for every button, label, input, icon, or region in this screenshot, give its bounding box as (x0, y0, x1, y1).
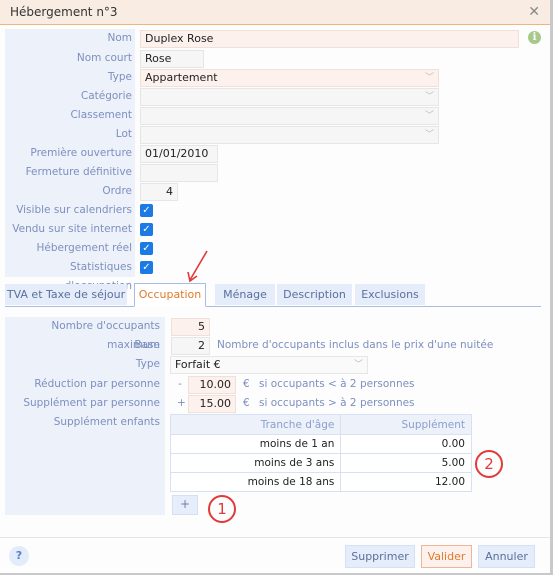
fermeture-definitive-input[interactable] (140, 164, 218, 182)
label-nom-court: Nom court (76, 52, 132, 64)
annotation-callout-2: 2 (475, 450, 503, 478)
tranche-cell[interactable]: moins de 1 an (169, 434, 342, 454)
column-header-supplement[interactable]: Supplément (340, 414, 472, 435)
footer-divider (0, 537, 550, 538)
tranche-cell[interactable]: moins de 18 ans (169, 472, 342, 492)
label-type: Type (107, 71, 132, 83)
chevron-down-icon: ﹀ (424, 130, 434, 140)
vendu-site-checkbox[interactable]: ✓ (140, 223, 153, 236)
label-supplement: Supplément par personne (23, 397, 160, 409)
label-occupants-max: Nombre d'occupants maximum (51, 320, 160, 351)
close-icon[interactable]: ✕ (528, 4, 540, 20)
info-icon[interactable]: i (528, 31, 541, 44)
table-row[interactable]: moins de 1 an 0.00 (169, 434, 472, 454)
label-nom: Nom (107, 32, 132, 44)
tab-occupation[interactable]: Occupation (134, 283, 206, 307)
label-lot: Lot (115, 128, 132, 140)
label-categorie: Catégorie (80, 90, 132, 102)
dialog-title: Hébergement n°3 (10, 5, 118, 19)
tab-bar: TVA et Taxe de séjour Occupation Ménage … (5, 283, 541, 307)
label-base: Base (134, 339, 160, 351)
classement-select[interactable]: ﹀ (140, 107, 439, 125)
tab-tva[interactable]: TVA et Taxe de séjour (5, 284, 127, 305)
dialog: Hébergement n°3 ✕ Nom Duplex Rose i Nom … (0, 0, 553, 575)
supplement-cell[interactable]: 0.00 (340, 434, 472, 454)
reduction-sign: - (178, 378, 182, 390)
occupants-max-input[interactable]: 5 (171, 318, 210, 336)
add-row-button[interactable]: + (172, 495, 198, 515)
categorie-select[interactable]: ﹀ (140, 88, 439, 106)
label-vendu-site: Vendu sur site internet (12, 223, 132, 235)
chevron-down-icon: ﹀ (424, 73, 434, 83)
cancel-button[interactable]: Annuler (478, 545, 535, 568)
nom-input[interactable]: Duplex Rose (140, 30, 519, 48)
label-stats-occupation: Statistiques d'occupation (65, 261, 132, 292)
supplement-sign: + (177, 397, 186, 409)
premiere-ouverture-input[interactable]: 01/01/2010 (140, 145, 218, 163)
hebergement-reel-checkbox[interactable]: ✓ (140, 242, 153, 255)
type-select[interactable]: Appartement ﹀ (140, 69, 439, 87)
title-bar: Hébergement n°3 ✕ (0, 0, 550, 25)
nom-court-input[interactable]: Rose (140, 50, 204, 68)
table-row[interactable]: moins de 3 ans 5.00 (169, 453, 472, 473)
base-input[interactable]: 2 (171, 337, 210, 355)
label-classement: Classement (70, 109, 132, 121)
lot-select[interactable]: ﹀ (140, 126, 439, 144)
annotation-arrow-icon (187, 250, 208, 283)
visible-calendriers-checkbox[interactable]: ✓ (140, 204, 153, 217)
label-occupation-type: Type (135, 358, 160, 370)
delete-button[interactable]: Supprimer (345, 545, 415, 568)
label-premiere-ouverture: Première ouverture (30, 147, 132, 159)
occupation-type-select[interactable]: Forfait € ﹀ (170, 356, 368, 374)
reduction-input[interactable]: 10.00 (188, 376, 236, 394)
reduction-hint: si occupants < à 2 personnes (259, 378, 415, 390)
chevron-down-icon: ﹀ (424, 111, 434, 121)
chevron-down-icon: ﹀ (353, 360, 363, 370)
label-supplement-enfants: Supplément enfants (53, 416, 160, 428)
supplement-cell[interactable]: 12.00 (340, 472, 472, 492)
table-header-row: Tranche d'âge Supplément (169, 414, 472, 435)
supplement-input[interactable]: 15.00 (188, 395, 236, 413)
ordre-input[interactable]: 4 (140, 183, 178, 201)
reduction-unit: € (243, 378, 250, 390)
supplement-enfants-table: Tranche d'âge Supplément moins de 1 an 0… (169, 414, 472, 492)
base-hint: Nombre d'occupants inclus dans le prix d… (217, 339, 494, 351)
supplement-cell[interactable]: 5.00 (340, 453, 472, 473)
validate-button[interactable]: Valider (421, 545, 472, 568)
column-header-tranche[interactable]: Tranche d'âge (169, 414, 342, 435)
annotation-callout-1: 1 (208, 495, 236, 523)
label-reduction: Réduction par personne (34, 378, 160, 390)
type-value: Appartement (145, 71, 218, 84)
tab-description[interactable]: Description (277, 284, 352, 305)
supplement-hint: si occupants > à 2 personnes (259, 397, 415, 409)
table-row[interactable]: moins de 18 ans 12.00 (169, 472, 472, 492)
label-fermeture-definitive: Fermeture définitive (25, 166, 132, 178)
supplement-unit: € (243, 397, 250, 409)
label-hebergement-reel: Hébergement réel (36, 242, 132, 254)
tab-exclusions[interactable]: Exclusions (355, 284, 425, 305)
tranche-cell[interactable]: moins de 3 ans (169, 453, 342, 473)
label-ordre: Ordre (102, 185, 132, 197)
label-visible-calendriers: Visible sur calendriers (16, 204, 132, 216)
occupation-type-value: Forfait € (175, 358, 221, 371)
stats-occupation-checkbox[interactable]: ✓ (140, 261, 153, 274)
help-button[interactable]: ? (9, 546, 29, 566)
tab-menage[interactable]: Ménage (215, 284, 275, 305)
chevron-down-icon: ﹀ (424, 92, 434, 102)
